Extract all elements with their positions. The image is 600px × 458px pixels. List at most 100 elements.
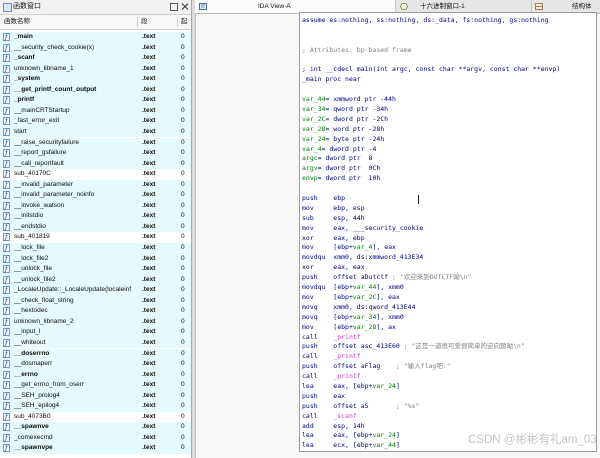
asm-token-lib[interactable]: _printf — [333, 333, 360, 341]
asm-line[interactable] — [302, 85, 596, 95]
asm-line[interactable]: mov [ebp+var_2C], eax — [302, 293, 596, 303]
asm-line[interactable]: mov eax, ___security_cookie — [302, 224, 596, 234]
asm-token-var[interactable]: var_44 — [302, 95, 325, 103]
asm-token-var[interactable]: var_34 — [353, 313, 376, 321]
asm-token-var[interactable]: var_28 — [353, 323, 376, 331]
asm-line[interactable] — [302, 56, 596, 66]
function-row[interactable]: __endstdio .text 0 — [0, 221, 191, 233]
function-row[interactable]: __invalid_parameter .text 0 — [0, 179, 191, 191]
function-row[interactable]: _LocaleUpdate::_LocaleUpdate(localeinf .t… — [0, 285, 191, 296]
function-row[interactable]: __input_l .text 0 — [0, 327, 191, 338]
function-row[interactable]: sub_40170C .text 0 — [0, 169, 191, 180]
function-row[interactable]: sub_401819 .text 0 — [0, 232, 191, 243]
asm-token-name[interactable]: ___security_cookie — [353, 224, 423, 232]
asm-line[interactable]: call _scanf — [302, 412, 596, 422]
asm-line[interactable]: push ebp — [302, 194, 596, 204]
asm-line[interactable]: var_28= word ptr -28h — [302, 125, 596, 135]
asm-line[interactable]: var_34= qword ptr -34h — [302, 105, 596, 115]
function-row[interactable]: _system .text 0 — [0, 74, 191, 85]
asm-line[interactable]: push offset aS ; "%s" — [302, 402, 596, 412]
asm-token-var[interactable]: var_28 — [302, 125, 325, 133]
asm-line[interactable]: call _printf — [302, 372, 596, 382]
asm-line[interactable]: var_4= dword ptr -4 — [302, 145, 596, 155]
function-row[interactable]: __hextodec .text 0 — [0, 306, 191, 317]
function-row[interactable]: __spawnvpe .text 0 — [0, 443, 191, 454]
asm-line[interactable]: ; int __cdecl main(int argc, const char … — [302, 65, 596, 75]
asm-token-var[interactable]: var_24 — [372, 382, 395, 390]
asm-line[interactable]: movq xmm0, ds:qword_413E44 — [302, 303, 596, 313]
function-row[interactable]: __SEH_prolog4 .text 0 — [0, 390, 191, 402]
function-row[interactable]: __dosmaperr .text 0 — [0, 359, 191, 370]
asm-token-var[interactable]: var_34 — [302, 105, 325, 113]
asm-line[interactable]: mov [ebp+var_28], ax — [302, 323, 596, 333]
asm-line[interactable]: ; Attributes: bp-based frame — [302, 46, 596, 56]
function-row[interactable]: __call_reportfault .text 0 — [0, 158, 191, 170]
asm-line[interactable] — [302, 26, 596, 36]
function-row[interactable]: _fast_error_exit .text 0 — [0, 116, 191, 127]
asm-line[interactable]: assume es:nothing, ss:nothing, ds:_data,… — [302, 16, 596, 26]
asm-token-var[interactable]: var_44 — [353, 283, 376, 291]
asm-line[interactable] — [302, 36, 596, 46]
function-row[interactable]: __spawnve .text 0 — [0, 422, 191, 433]
functions-list[interactable]: _main .text 0 __security_check_cookie(x) .te… — [0, 32, 191, 458]
asm-token-lib[interactable]: _printf — [333, 352, 360, 360]
function-row[interactable]: __get_printf_count_output .text 0 — [0, 84, 191, 96]
asm-line[interactable]: var_2C= dword ptr -2Ch — [302, 115, 596, 125]
asm-token-var[interactable]: var_44 — [372, 441, 395, 449]
function-row[interactable]: __report_gsfailure .text 0 — [0, 148, 191, 159]
asm-token-var[interactable]: var_2C — [302, 115, 325, 123]
asm-line[interactable]: envp= dword ptr 10h — [302, 174, 596, 184]
asm-line[interactable]: movq [ebp+var_34], xmm0 — [302, 313, 596, 323]
function-row[interactable]: unknown_libname_1 .text 0 — [0, 63, 191, 75]
asm-line[interactable] — [302, 184, 596, 194]
asm-line[interactable]: lea eax, [ebp+var_24] — [302, 382, 596, 392]
function-row[interactable]: __raise_securityfailure .text 0 — [0, 137, 191, 148]
asm-token-var[interactable]: var_24 — [372, 431, 395, 439]
function-row[interactable]: _scanf .text 0 — [0, 53, 191, 64]
disassembly-listing[interactable]: assume es:nothing, ss:nothing, ds:_data,… — [302, 16, 596, 451]
functions-window-titlebar[interactable]: 函数窗口 — [0, 0, 191, 15]
asm-line[interactable]: call _printf — [302, 352, 596, 362]
asm-line[interactable]: argv= dword ptr 0Ch — [302, 164, 596, 174]
column-header-segment[interactable]: 段 — [141, 15, 148, 29]
asm-line[interactable]: movdqu xmm0, ds:xmmword_413E34 — [302, 253, 596, 263]
asm-token-var[interactable]: argv — [302, 164, 318, 172]
asm-token-lib[interactable]: _printf — [333, 372, 360, 380]
function-row[interactable]: sub_4073B0 .text 0 — [0, 411, 191, 423]
function-row[interactable]: __unlock_file2 .text 0 — [0, 274, 191, 286]
asm-line[interactable]: xor eax, eax — [302, 263, 596, 273]
asm-line[interactable]: var_44= xmmword ptr -44h — [302, 95, 596, 105]
asm-line[interactable]: sub esp, 44h — [302, 214, 596, 224]
function-row[interactable]: __initstdio .text 0 — [0, 211, 191, 222]
function-row[interactable]: _printf .text 0 — [0, 95, 191, 106]
asm-line[interactable]: argc= dword ptr 8 — [302, 154, 596, 164]
asm-line[interactable]: xor eax, ebp — [302, 234, 596, 244]
asm-line[interactable]: call _printf — [302, 333, 596, 343]
asm-line[interactable]: var_24= byte ptr -24h — [302, 135, 596, 145]
asm-token-var[interactable]: var_2C — [353, 293, 376, 301]
function-row[interactable]: _comexecmd .text 0 — [0, 432, 191, 444]
function-row[interactable]: __invoke_watson .text 0 — [0, 200, 191, 212]
asm-line[interactable]: mov ebp, esp — [302, 204, 596, 214]
asm-line[interactable]: push eax — [302, 392, 596, 402]
function-row[interactable]: __mainCRTStartup .text 0 — [0, 105, 191, 117]
function-row[interactable]: __check_float_string .text 0 — [0, 295, 191, 307]
close-icon[interactable] — [181, 2, 189, 11]
asm-token-var[interactable]: envp — [302, 174, 318, 182]
function-row[interactable]: _main .text 0 — [0, 32, 191, 43]
asm-token-var[interactable]: var_24 — [302, 135, 325, 143]
function-row[interactable]: __lock_file2 .text 0 — [0, 253, 191, 265]
asm-line[interactable]: push offset aDutctf ; "欢迎来到DUTCTF呦\n" — [302, 273, 596, 283]
function-row[interactable]: __whiteout .text 0 — [0, 337, 191, 349]
function-row[interactable]: unknown_libname_2 .text 0 — [0, 316, 191, 328]
asm-line[interactable]: mov [ebp+var_4], eax — [302, 243, 596, 253]
asm-token-lib[interactable]: _scanf — [333, 412, 356, 420]
function-row[interactable]: __unlock_file .text 0 — [0, 264, 191, 275]
function-row[interactable]: __get_errno_from_oserr .text 0 — [0, 380, 191, 391]
column-header-start[interactable]: 起 — [181, 15, 188, 29]
asm-line[interactable]: push offset aFlag ; "输入flag吧:" — [302, 362, 596, 372]
function-row[interactable]: __security_check_cookie(x) .text 0 — [0, 42, 191, 54]
asm-token-var[interactable]: var_4 — [302, 145, 322, 153]
column-header-name[interactable]: 函数名称 — [4, 15, 30, 29]
function-row[interactable]: start .text 0 — [0, 126, 191, 138]
